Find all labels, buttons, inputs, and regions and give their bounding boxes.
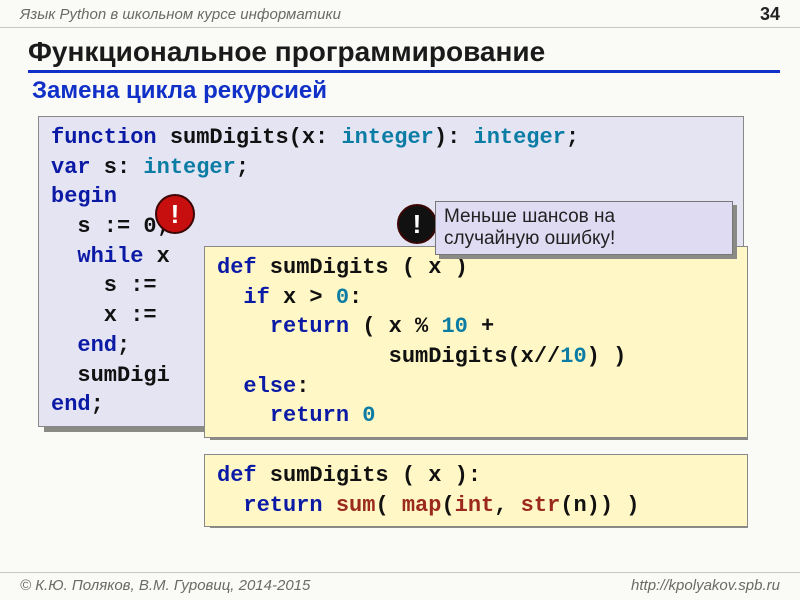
attention-icon-red: ! — [155, 194, 195, 234]
callout-line1: Меньше шансов на — [444, 206, 615, 227]
python-functional-code: def sumDigits ( x ): return sum( map(int… — [204, 454, 748, 527]
slide-footer: © К.Ю. Поляков, В.М. Гуровиц, 2014-2015 … — [0, 572, 800, 600]
slide-title: Функциональное программирование — [28, 36, 780, 73]
python-recursive-code: def sumDigits ( x ) if x > 0: return ( x… — [204, 246, 748, 438]
callout-line2: случайную ошибку! — [444, 228, 615, 249]
slide-header: Язык Python в школьном курсе информатики… — [0, 0, 800, 28]
footer-url: http://kpolyakov.spb.ru — [631, 577, 780, 594]
page-number: 34 — [760, 4, 780, 25]
attention-icon-black: ! — [397, 204, 437, 244]
course-label: Язык Python в школьном курсе информатики — [20, 6, 341, 23]
copyright-text: © К.Ю. Поляков, В.М. Гуровиц, 2014-2015 — [20, 577, 310, 594]
callout-box: Меньше шансов на случайную ошибку! — [435, 201, 733, 255]
slide-subtitle: Замена цикла рекурсией — [32, 77, 780, 105]
